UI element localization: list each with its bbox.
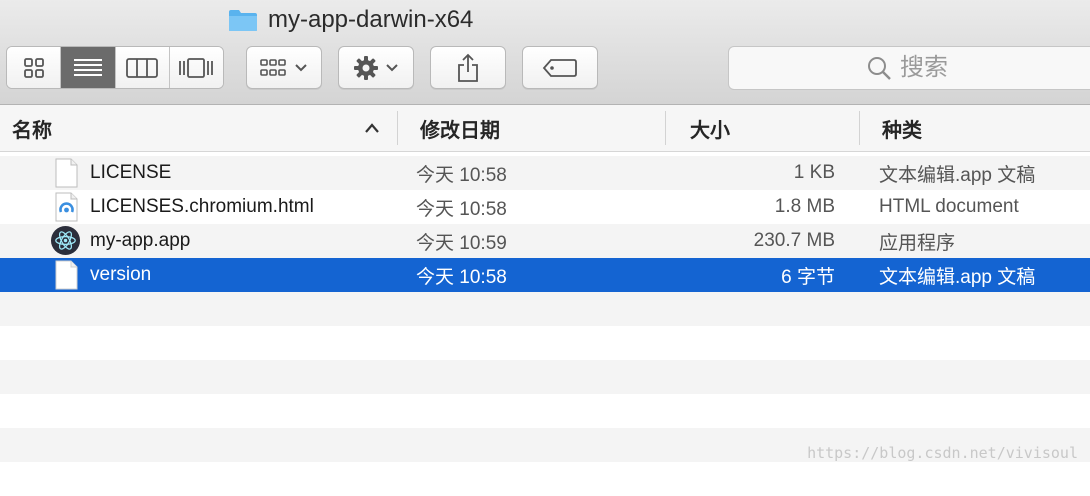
list-lines-icon (73, 58, 102, 76)
file-size: 6 字节 (781, 266, 835, 288)
column-divider[interactable] (665, 111, 666, 145)
column-header-kind-label: 种类 (882, 119, 922, 142)
file-kind: 文本编辑.app 文稿 (879, 266, 1036, 288)
view-mode-segmented-control (6, 46, 224, 89)
file-name: LICENSES.chromium.html (90, 196, 314, 217)
file-kind: 文本编辑.app 文稿 (879, 164, 1036, 186)
chevron-down-icon (295, 63, 307, 71)
search-input[interactable] (900, 54, 970, 82)
column-header-date-label: 修改日期 (420, 119, 500, 142)
column-header-date[interactable]: 修改日期 (420, 105, 660, 151)
column-header-kind[interactable]: 种类 (882, 105, 1082, 151)
file-name: version (90, 264, 152, 285)
file-row[interactable]: LICENSE 今天 10:58 1 KB 文本编辑.app 文稿 (0, 156, 1090, 190)
file-row-selected[interactable]: version 今天 10:58 6 字节 文本编辑.app 文稿 (0, 258, 1090, 292)
icon-view-button[interactable] (7, 47, 62, 88)
file-size: 230.7 MB (753, 230, 835, 251)
file-date: 今天 10:58 (416, 164, 507, 186)
column-view-button[interactable] (115, 47, 170, 88)
columns-icon (126, 57, 159, 78)
empty-row (0, 462, 1090, 496)
window-title-bar: my-app-darwin-x64 (228, 4, 473, 36)
column-header-bar: 名称 修改日期 大小 种类 (0, 105, 1090, 152)
empty-row (0, 326, 1090, 360)
file-date: 今天 10:58 (416, 266, 507, 288)
column-header-name-label: 名称 (12, 119, 52, 142)
window-title: my-app-darwin-x64 (268, 6, 474, 33)
column-header-size-label: 大小 (690, 119, 730, 142)
cover-flow-icon (179, 57, 214, 78)
share-button[interactable] (430, 46, 506, 89)
html-document-icon (55, 192, 78, 222)
folder-icon (229, 10, 257, 31)
sort-ascending-icon[interactable] (364, 121, 380, 135)
file-row[interactable]: my-app.app 今天 10:59 230.7 MB 应用程序 (0, 224, 1090, 258)
file-size: 1.8 MB (774, 196, 835, 217)
file-date: 今天 10:58 (416, 198, 507, 220)
toolbar: my-app-darwin-x64 (0, 0, 1090, 105)
file-kind: HTML document (879, 196, 1019, 217)
file-kind: 应用程序 (879, 232, 956, 254)
action-button[interactable] (338, 46, 414, 89)
file-name: LICENSE (90, 162, 172, 183)
search-icon (868, 57, 891, 80)
empty-row (0, 292, 1090, 326)
document-icon (55, 158, 78, 188)
column-divider[interactable] (859, 111, 860, 145)
file-date: 今天 10:59 (416, 232, 507, 254)
empty-row (0, 360, 1090, 394)
tags-button[interactable] (522, 46, 598, 89)
chevron-down-icon (386, 63, 398, 71)
electron-app-icon (50, 225, 81, 256)
arrange-button[interactable] (246, 46, 322, 89)
search-field[interactable] (728, 46, 1090, 90)
gear-icon (354, 55, 378, 80)
watermark: https://blog.csdn.net/vivisoul (807, 444, 1078, 462)
file-name: my-app.app (90, 230, 191, 251)
empty-row (0, 394, 1090, 428)
cover-flow-view-button[interactable] (169, 47, 223, 88)
file-row[interactable]: LICENSES.chromium.html 今天 10:58 1.8 MB H… (0, 190, 1090, 224)
list-view-button[interactable] (61, 47, 116, 88)
column-header-name[interactable]: 名称 (12, 105, 392, 151)
arrange-grid-icon (260, 58, 286, 76)
file-size: 1 KB (793, 162, 835, 183)
tag-icon (542, 58, 577, 77)
document-icon (55, 260, 78, 290)
icon-grid-icon (23, 57, 44, 78)
column-divider[interactable] (397, 111, 398, 145)
column-header-size[interactable]: 大小 (690, 105, 850, 151)
share-icon (458, 53, 478, 82)
